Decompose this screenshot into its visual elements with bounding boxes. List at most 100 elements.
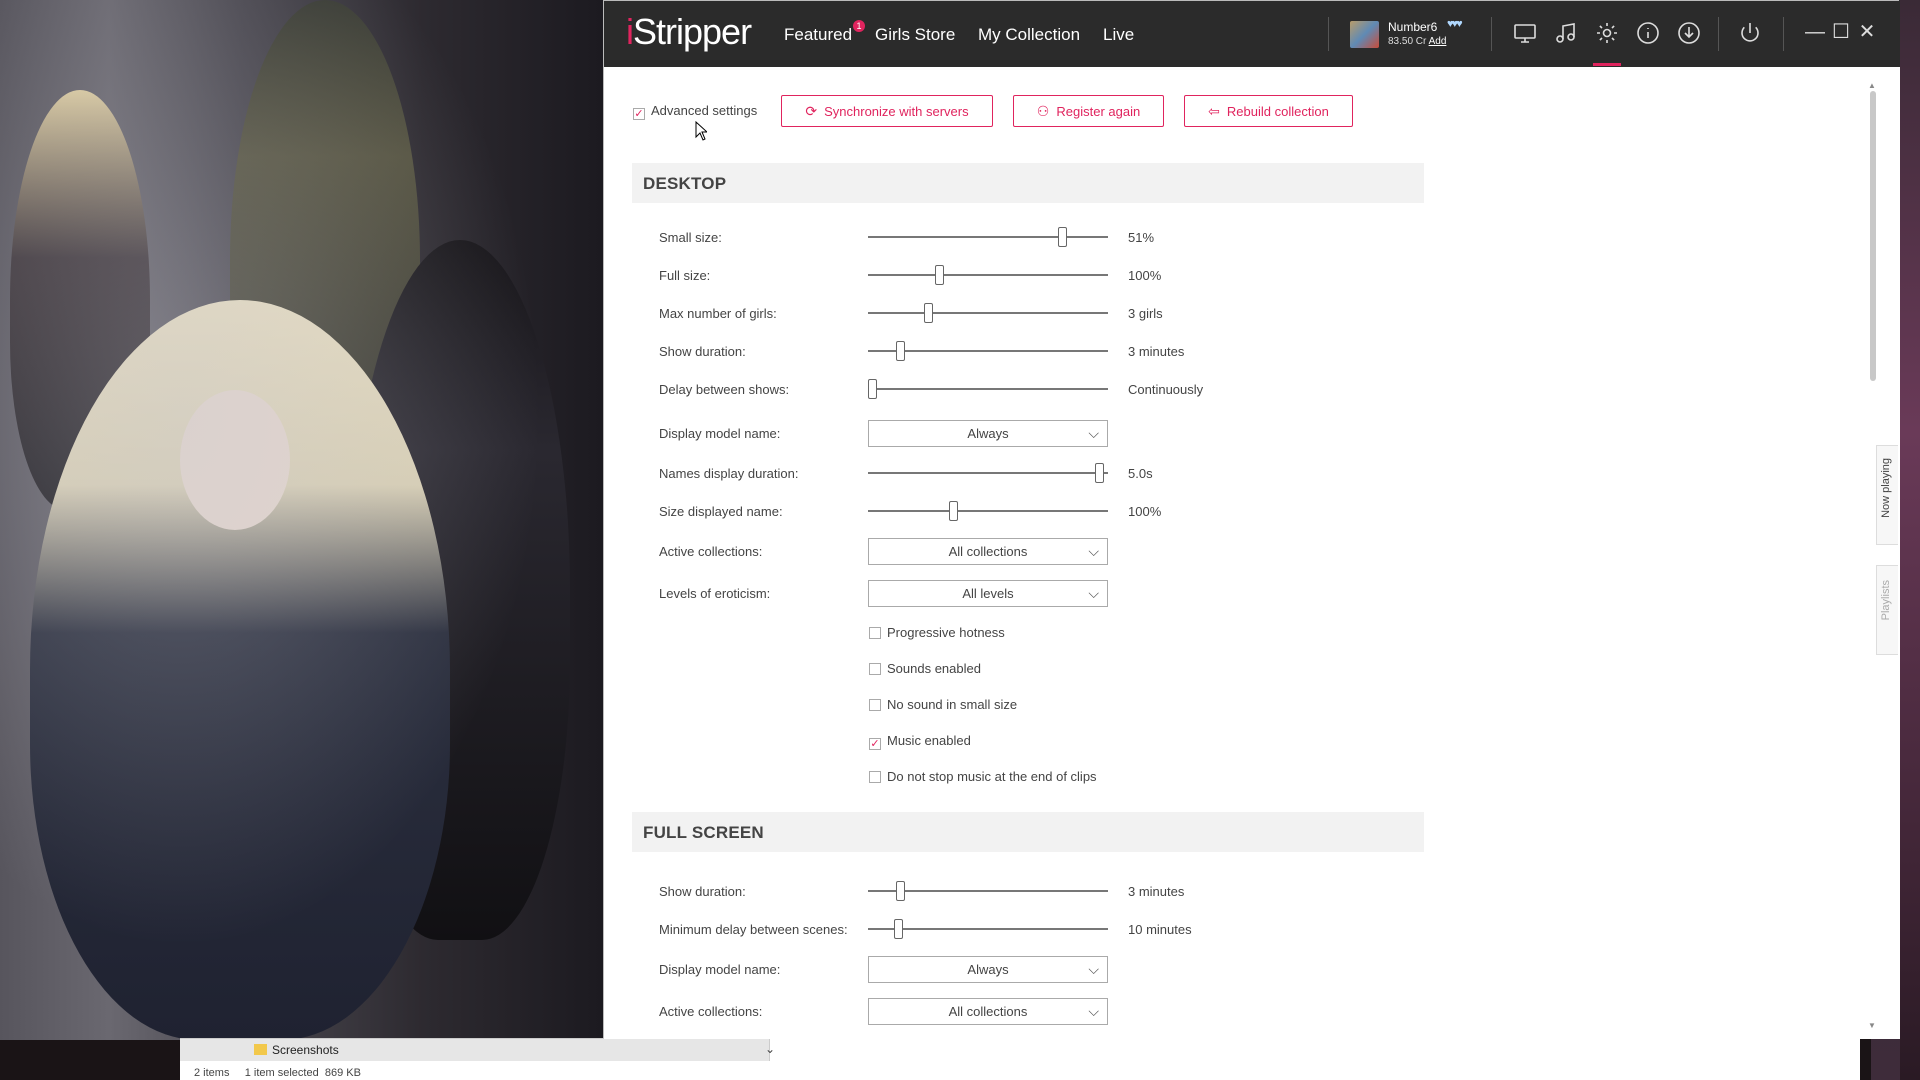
close-button[interactable]: ✕: [1856, 21, 1878, 43]
slider-handle[interactable]: [923, 303, 933, 323]
active-collections-select[interactable]: All collections ⌵: [868, 538, 1108, 565]
desktop-slider-value: 51%: [1128, 230, 1155, 245]
desktop-slider-label: Show duration:: [659, 344, 746, 359]
fs-min-delay-value: 10 minutes: [1128, 922, 1192, 937]
featured-badge: 1: [853, 20, 865, 32]
nav-featured[interactable]: Featured: [784, 25, 852, 45]
music-icon[interactable]: [1553, 21, 1579, 47]
desktop-slider-label: Small size:: [659, 230, 722, 245]
chevron-down-icon: ⌵: [1088, 961, 1099, 977]
eroticism-select[interactable]: All levels ⌵: [868, 580, 1108, 607]
fs-show-duration-slider[interactable]: [868, 881, 1108, 901]
fs-display-model-name-label: Display model name:: [659, 962, 781, 977]
chevron-down-icon: ⌵: [1088, 585, 1099, 601]
download-icon[interactable]: [1676, 21, 1702, 47]
checkbox-icon[interactable]: ✓: [633, 108, 645, 120]
slider-handle[interactable]: [868, 379, 877, 399]
desktop-slider-label: Delay between shows:: [659, 382, 790, 397]
power-icon[interactable]: [1737, 21, 1763, 47]
desktop-slider[interactable]: [868, 265, 1108, 285]
slider-handle[interactable]: [1058, 227, 1068, 247]
info-icon[interactable]: [1635, 21, 1661, 47]
size-name-value: 100%: [1128, 504, 1162, 519]
slider-handle[interactable]: [935, 265, 945, 285]
desktop-slider[interactable]: [868, 227, 1108, 247]
nav-my-collection[interactable]: My Collection: [978, 25, 1080, 45]
fs-active-collections-select[interactable]: All collections ⌵: [868, 998, 1108, 1025]
desktop-slider-value: Continuously: [1128, 382, 1204, 397]
explorer-address-bar[interactable]: Screenshots ⌄: [180, 1039, 775, 1061]
hearts-icon: ♥♥♥: [1447, 18, 1463, 30]
desktop-checkbox[interactable]: ✓ Music enabled: [869, 733, 971, 750]
user-name: Number6: [1388, 20, 1438, 34]
section-desktop: DESKTOP: [632, 163, 1424, 203]
display-model-name-label: Display model name:: [659, 426, 781, 441]
user-credits: 83.50 Cr Add: [1388, 36, 1447, 47]
rebuild-icon: ⇦: [1208, 103, 1220, 119]
display-model-name-select[interactable]: Always ⌵: [868, 420, 1108, 447]
size-name-label: Size displayed name:: [659, 504, 783, 519]
checkbox-icon[interactable]: ✓: [869, 738, 881, 750]
fs-min-delay-label: Minimum delay between scenes:: [659, 922, 848, 937]
app-logo[interactable]: iStripper: [626, 11, 752, 53]
gear-icon[interactable]: [1593, 21, 1621, 66]
nav-live[interactable]: Live: [1103, 25, 1134, 45]
desktop-checkbox[interactable]: Do not stop music at the end of clips: [869, 769, 1097, 784]
slider-handle[interactable]: [895, 881, 905, 901]
top-bar: iStripper Featured 1 Girls Store My Coll…: [604, 1, 1900, 67]
background-image: [0, 0, 604, 1040]
chevron-down-icon: ⌵: [1088, 425, 1099, 441]
fs-min-delay-slider[interactable]: [868, 919, 1108, 939]
scroll-down-icon[interactable]: ▼: [1868, 1021, 1876, 1030]
checkbox-icon[interactable]: [869, 627, 881, 639]
desktop-checkbox[interactable]: Progressive hotness: [869, 625, 1005, 640]
minimize-button[interactable]: —: [1804, 21, 1826, 43]
register-again-button[interactable]: ⚇ Register again: [1013, 95, 1164, 127]
checkbox-icon[interactable]: [869, 663, 881, 675]
checkbox-icon[interactable]: [869, 771, 881, 783]
fs-display-model-name-select[interactable]: Always ⌵: [868, 956, 1108, 983]
istripper-window: iStripper Featured 1 Girls Store My Coll…: [603, 0, 1900, 1039]
advanced-settings-checkbox[interactable]: ✓ Advanced settings: [633, 103, 757, 120]
desktop-icon[interactable]: [1512, 21, 1538, 47]
sync-icon: ⟳: [805, 103, 818, 119]
tab-now-playing[interactable]: Now playing: [1876, 445, 1898, 545]
nav-girls-store[interactable]: Girls Store: [875, 25, 955, 45]
explorer-folder-name: Screenshots: [272, 1043, 339, 1057]
user-icon: ⚇: [1036, 103, 1050, 119]
scroll-up-icon[interactable]: ▲: [1868, 81, 1876, 90]
desktop-slider[interactable]: [868, 303, 1108, 323]
eroticism-label: Levels of eroticism:: [659, 586, 771, 601]
file-explorer-window: Screenshots ⌄ 2 items 1 item selected 86…: [180, 1038, 1860, 1080]
avatar[interactable]: [1350, 21, 1379, 48]
tab-playlists[interactable]: Playlists: [1876, 565, 1898, 655]
size-name-slider[interactable]: [868, 501, 1108, 521]
desktop-slider-value: 3 minutes: [1128, 344, 1185, 359]
desktop-slider[interactable]: [868, 379, 1108, 399]
add-credits-link[interactable]: Add: [1429, 36, 1447, 47]
slider-handle[interactable]: [949, 501, 959, 521]
active-collections-label: Active collections:: [659, 544, 763, 559]
names-duration-label: Names display duration:: [659, 466, 799, 481]
fs-active-collections-label: Active collections:: [659, 1004, 763, 1019]
slider-handle[interactable]: [1095, 463, 1105, 483]
desktop-checkbox[interactable]: Sounds enabled: [869, 661, 981, 676]
desktop-slider-label: Max number of girls:: [659, 306, 777, 321]
section-full-screen: FULL SCREEN: [632, 812, 1424, 852]
slider-handle[interactable]: [895, 341, 905, 361]
rebuild-collection-button[interactable]: ⇦ Rebuild collection: [1184, 95, 1353, 127]
names-duration-slider[interactable]: [868, 463, 1108, 483]
desktop-slider-value: 3 girls: [1128, 306, 1163, 321]
desktop-slider[interactable]: [868, 341, 1108, 361]
desktop-slider-label: Full size:: [659, 268, 711, 283]
scrollbar[interactable]: ▲ ▼: [1868, 81, 1877, 1030]
explorer-status: 2 items 1 item selected 869 KB: [194, 1067, 361, 1079]
scrollbar-thumb[interactable]: [1870, 91, 1876, 381]
folder-icon: [254, 1044, 267, 1055]
checkbox-icon[interactable]: [869, 699, 881, 711]
chevron-down-icon[interactable]: ⌄: [765, 1042, 775, 1056]
desktop-checkbox[interactable]: No sound in small size: [869, 697, 1017, 712]
slider-handle[interactable]: [893, 919, 903, 939]
maximize-button[interactable]: ☐: [1830, 21, 1852, 43]
synchronize-button[interactable]: ⟳ Synchronize with servers: [781, 95, 993, 127]
